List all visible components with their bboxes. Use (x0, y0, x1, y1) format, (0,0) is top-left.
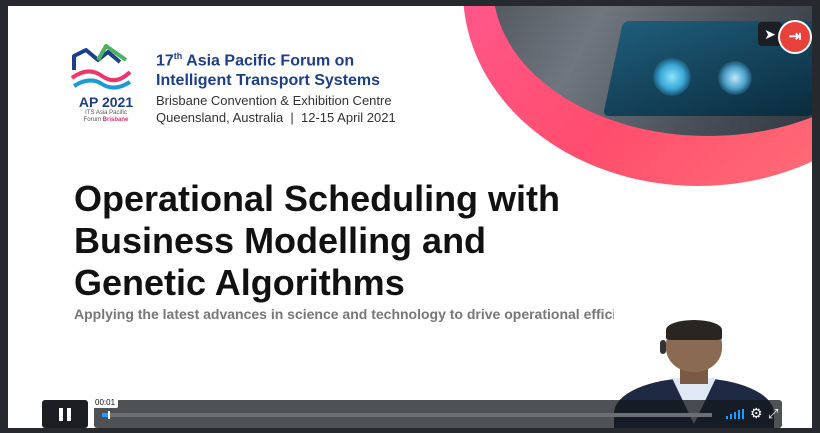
presenter-hair (666, 320, 722, 340)
logo-forum-word: Forum (83, 117, 101, 123)
gear-icon[interactable]: ⚙ (750, 405, 763, 422)
venue-info: Brisbane Convention & Exhibition Centre … (156, 92, 396, 126)
title-line-3: Genetic Algorithms (74, 262, 405, 303)
forum-line-1-rest: Asia Pacific Forum on (182, 52, 355, 70)
logo-subtitle-2: Forum Brisbane (66, 117, 146, 124)
video-controls: 00:01 ⚙ ⤢ (42, 397, 782, 428)
slide-title: Operational Scheduling with Business Mod… (74, 178, 560, 304)
headset-mic (660, 340, 666, 354)
forum-line-1: 17th Asia Pacific Forum on (156, 46, 380, 71)
forum-name: 17th Asia Pacific Forum on Intelligent T… (156, 46, 380, 91)
venue-line-1: Brisbane Convention & Exhibition Centre (156, 93, 392, 108)
presentation-slide: AP 2021 ITS Asia Pacific Forum Brisbane … (8, 6, 812, 428)
pause-icon (67, 408, 71, 421)
title-line-1: Operational Scheduling with (74, 178, 561, 219)
volume-icon[interactable] (726, 409, 744, 419)
pause-button[interactable] (42, 400, 88, 428)
venue-line-2: Queensland, Australia | 12-15 April 2021 (156, 110, 396, 125)
forum-line-2: Intelligent Transport Systems (156, 72, 381, 90)
logo-caption: AP 2021 ITS Asia Pacific Forum Brisbane (66, 94, 146, 124)
title-line-2: Business Modelling and (74, 220, 487, 261)
fullscreen-icon[interactable]: ⤢ (768, 406, 778, 422)
glow-circle (718, 61, 752, 95)
glow-circle (653, 58, 691, 96)
scrub-handle[interactable] (108, 411, 110, 419)
logo-subtitle: ITS Asia Pacific (85, 110, 127, 116)
exit-icon[interactable]: ⇥ (780, 22, 810, 52)
slide-subtitle: Applying the latest advances in science … (74, 306, 660, 322)
logo-city: Brisbane (102, 117, 129, 123)
video-frame: AP 2021 ITS Asia Pacific Forum Brisbane … (0, 0, 820, 433)
time-tooltip: 00:01 (92, 397, 119, 408)
logo-title: AP 2021 (78, 94, 134, 110)
progress-bar[interactable] (102, 411, 712, 419)
forum-ordinal: 17 (156, 52, 174, 70)
send-icon[interactable]: ➤ (758, 22, 782, 46)
pause-icon (59, 408, 63, 421)
